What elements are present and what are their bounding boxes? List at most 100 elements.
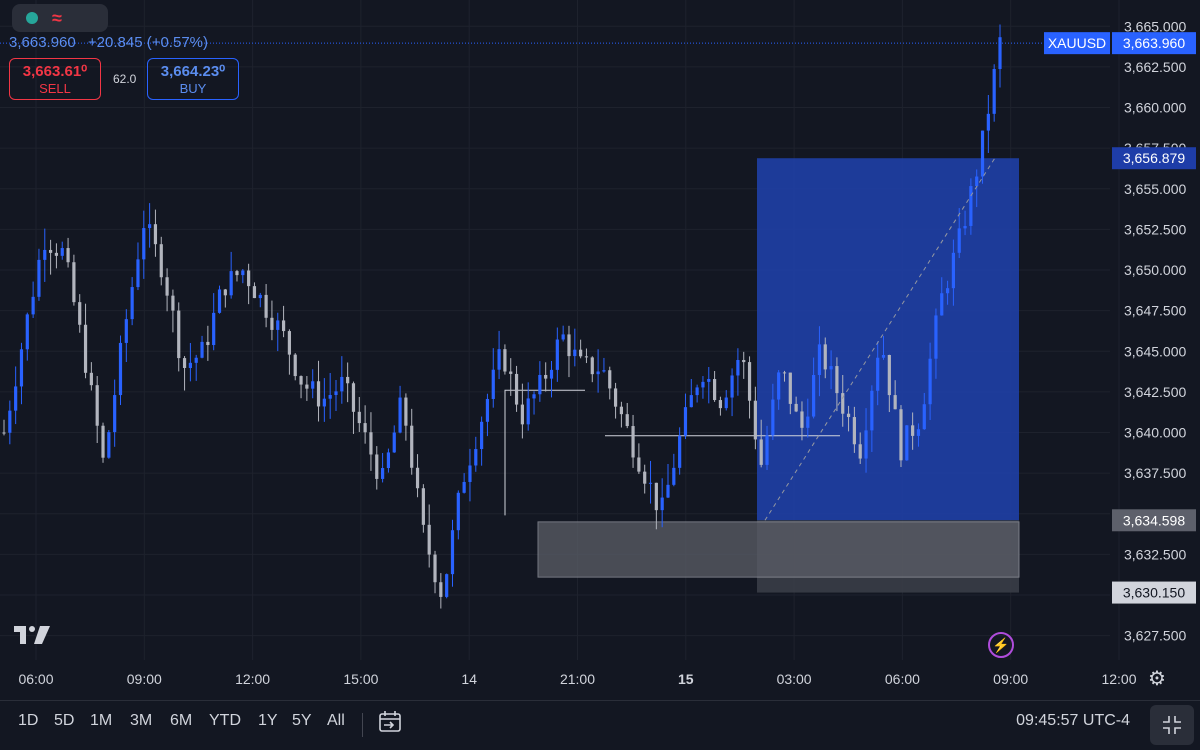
- candle-body: [561, 334, 565, 340]
- market-open-dot-icon: [26, 12, 38, 24]
- candle-body: [759, 439, 763, 465]
- candle-body: [602, 370, 606, 372]
- price-tick-label: 3,660.000: [1124, 100, 1186, 116]
- market-status-pill[interactable]: ≈: [12, 4, 108, 32]
- price-change: +20.845 (+0.57%): [87, 34, 208, 51]
- candle-body: [124, 319, 128, 343]
- candle-body: [78, 302, 82, 325]
- candle-body: [957, 228, 961, 253]
- symbol-tag: XAUUSD: [1048, 35, 1106, 51]
- chart-canvas[interactable]: 3,665.0003,662.5003,660.0003,657.5003,65…: [0, 0, 1200, 700]
- price-tick-label: 3,637.500: [1124, 465, 1186, 481]
- candle-body: [730, 375, 734, 398]
- time-tick-label: 21:00: [560, 671, 595, 687]
- candle-body: [666, 484, 670, 498]
- candle-body: [538, 374, 542, 395]
- candle-body: [980, 130, 985, 177]
- fullscreen-button[interactable]: [1150, 705, 1194, 745]
- price-tick-label: 3,650.000: [1124, 262, 1186, 278]
- range-6m-button[interactable]: 6M: [170, 712, 192, 730]
- candle-body: [410, 425, 414, 468]
- timezone-clock[interactable]: 09:45:57 UTC-4: [1016, 712, 1130, 730]
- candle-body: [812, 375, 816, 417]
- candle-body: [311, 381, 315, 389]
- candle-body: [206, 341, 210, 346]
- candle-body: [701, 381, 705, 388]
- candle-body: [148, 224, 152, 229]
- candle-body: [625, 414, 629, 427]
- chart-area[interactable]: 3,665.0003,662.5003,660.0003,657.5003,65…: [0, 0, 1200, 700]
- range-1m-button[interactable]: 1M: [90, 712, 112, 730]
- lightning-icon[interactable]: ⚡: [988, 632, 1014, 658]
- candle-body: [101, 425, 105, 458]
- candle-body: [695, 387, 699, 396]
- candle-body: [963, 225, 967, 229]
- settings-gear-icon[interactable]: ⚙: [1146, 668, 1168, 690]
- range-5y-button[interactable]: 5Y: [292, 712, 312, 730]
- candle-body: [334, 391, 338, 395]
- candle-body: [60, 248, 64, 256]
- candle-body: [817, 344, 822, 376]
- candle-body: [951, 252, 956, 289]
- candle-body: [375, 454, 379, 479]
- candle-body: [252, 286, 257, 299]
- candle-body: [19, 349, 24, 387]
- candle-body: [742, 359, 746, 363]
- range-5d-button[interactable]: 5D: [54, 712, 74, 730]
- candle-body: [480, 421, 484, 450]
- candle-body: [48, 249, 53, 253]
- candle-body: [241, 270, 245, 276]
- candle-body: [584, 356, 589, 358]
- calendar-goto-icon[interactable]: [377, 709, 403, 735]
- candle-body: [264, 294, 268, 318]
- buy-button[interactable]: 3,664.23⁰ BUY: [147, 58, 239, 100]
- candle-body: [876, 357, 880, 391]
- candle-body: [159, 244, 163, 278]
- candle-body: [544, 374, 548, 379]
- candle-body: [188, 362, 192, 368]
- candle-body: [398, 397, 402, 433]
- candle-body: [864, 430, 868, 459]
- entry-price-tag: 3,634.598: [1123, 512, 1185, 528]
- candle-body: [643, 471, 647, 484]
- candle-body: [130, 287, 134, 320]
- time-tick-label: 03:00: [777, 671, 812, 687]
- candle-body: [718, 400, 723, 409]
- range-3m-button[interactable]: 3M: [130, 712, 152, 730]
- last-price: 3,663.960: [9, 34, 76, 51]
- candle-body: [83, 324, 88, 373]
- candle-body: [672, 467, 676, 485]
- candle-body: [782, 372, 787, 374]
- candle-body: [8, 410, 12, 433]
- candle-body: [526, 398, 530, 425]
- range-1d-button[interactable]: 1D: [18, 712, 38, 730]
- candle-body: [491, 369, 495, 399]
- candle-body: [724, 397, 728, 409]
- candle-body: [450, 530, 455, 575]
- candle-body: [270, 317, 274, 330]
- candle-body: [142, 228, 146, 260]
- demand-zone-rect[interactable]: [537, 521, 1020, 578]
- candle-body: [596, 371, 600, 375]
- candle-body: [439, 582, 443, 597]
- candle-body: [945, 288, 950, 294]
- candle-body: [806, 416, 810, 428]
- candle-body: [293, 354, 297, 377]
- candle-body: [555, 339, 559, 370]
- candle-body: [503, 349, 507, 372]
- range-ytd-button[interactable]: YTD: [209, 712, 241, 730]
- time-tick-label: 06:00: [18, 671, 53, 687]
- tradingview-logo: [14, 626, 50, 644]
- target-zone[interactable]: [757, 158, 1019, 521]
- candle-body: [637, 457, 641, 472]
- candle-body: [928, 358, 932, 405]
- range-all-button[interactable]: All: [327, 712, 345, 730]
- sell-button[interactable]: 3,663.61⁰ SELL: [9, 58, 101, 100]
- candle-body: [823, 344, 827, 370]
- candle-body: [474, 449, 478, 466]
- candle-body: [613, 388, 618, 407]
- candle-body: [788, 372, 792, 404]
- range-1y-button[interactable]: 1Y: [258, 712, 278, 730]
- candle-body: [922, 404, 926, 430]
- price-tick-label: 3,642.500: [1124, 384, 1186, 400]
